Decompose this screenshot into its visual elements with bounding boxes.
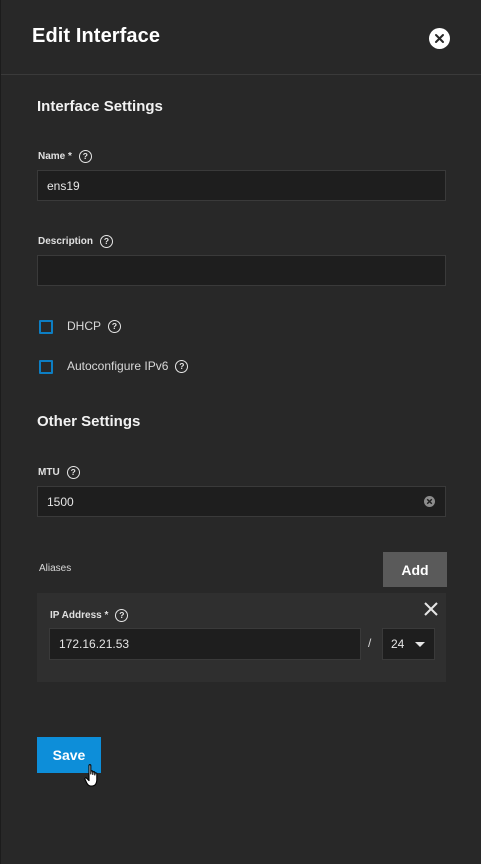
help-icon[interactable]: ? <box>175 359 189 373</box>
name-input[interactable]: ens19 <box>37 170 446 201</box>
close-x-glyph <box>435 34 444 43</box>
add-alias-button[interactable]: Add <box>383 552 447 587</box>
mtu-label-text: MTU <box>38 467 60 478</box>
description-label-text: Description <box>38 236 94 247</box>
description-input[interactable] <box>37 255 446 286</box>
autoconfigure-ipv6-label-text: Autoconfigure IPv6 <box>67 359 169 373</box>
close-icon[interactable] <box>429 28 450 49</box>
netmask-separator: / <box>368 636 372 650</box>
dhcp-label-text: DHCP <box>67 319 102 333</box>
chevron-down-icon <box>415 642 425 647</box>
netmask-select[interactable]: 24 <box>382 628 435 660</box>
dialog-header: Edit Interface <box>1 0 481 75</box>
autoconfigure-ipv6-label: Autoconfigure IPv6 ? <box>67 359 189 373</box>
ip-address-input[interactable]: 172.16.21.53 <box>49 628 361 660</box>
ip-address-label-text: IP Address * <box>50 610 109 621</box>
help-icon[interactable]: ? <box>78 150 92 163</box>
dhcp-label: DHCP ? <box>67 319 122 333</box>
edit-interface-panel: Edit Interface Interface Settings Name *… <box>0 0 481 864</box>
name-label-text: Name * <box>38 151 72 162</box>
mtu-input[interactable]: 1500 <box>37 486 446 517</box>
description-label: Description ? <box>38 235 114 248</box>
aliases-label: Aliases <box>39 563 72 574</box>
dialog-title: Edit Interface <box>32 25 161 47</box>
remove-x-glyph <box>424 602 438 616</box>
help-icon[interactable]: ? <box>108 319 122 333</box>
clear-icon[interactable] <box>424 496 435 507</box>
help-icon[interactable]: ? <box>115 609 129 622</box>
ip-address-label: IP Address * ? <box>50 609 129 622</box>
netmask-value: 24 <box>391 637 405 651</box>
help-icon[interactable]: ? <box>100 235 114 248</box>
dhcp-checkbox[interactable] <box>39 320 53 334</box>
autoconfigure-ipv6-checkbox[interactable] <box>39 360 53 374</box>
name-label: Name * ? <box>38 150 92 163</box>
interface-settings-heading: Interface Settings <box>37 98 163 115</box>
mtu-label: MTU ? <box>38 466 80 479</box>
other-settings-heading: Other Settings <box>37 413 141 430</box>
help-icon[interactable]: ? <box>66 466 80 479</box>
remove-alias-icon[interactable] <box>423 601 439 617</box>
hand-pointer-cursor-icon <box>84 764 98 787</box>
clear-x-glyph <box>426 498 433 505</box>
alias-item: IP Address * ? 172.16.21.53 / 24 <box>37 593 446 682</box>
